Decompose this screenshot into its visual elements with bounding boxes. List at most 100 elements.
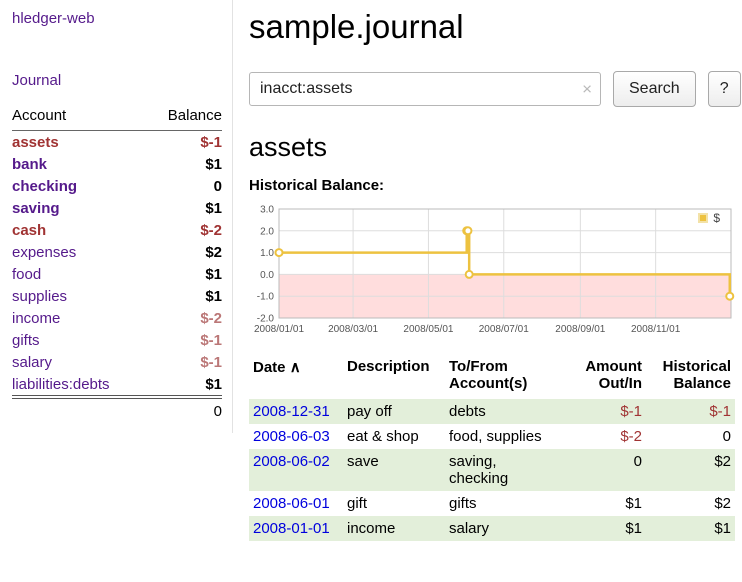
account-balance: $-1 [147, 131, 222, 154]
svg-text:2008/07/01: 2008/07/01 [479, 324, 529, 335]
register-header-date[interactable]: Date ∧ [249, 356, 343, 399]
register-description: eat & shop [343, 424, 445, 449]
svg-text:1.0: 1.0 [260, 248, 274, 259]
register-header-description: Description [343, 356, 445, 399]
historical-balance-chart: 3.02.01.00.0-1.0-2.02008/01/012008/03/01… [249, 202, 735, 344]
svg-text:2008/03/01: 2008/03/01 [328, 324, 378, 335]
account-row: saving $1 [12, 197, 222, 219]
account-row: bank $1 [12, 153, 222, 175]
legend-swatch [698, 213, 708, 223]
register-table: Date ∧ Description To/From Account(s) Am… [249, 356, 735, 541]
register-row: 2008-12-31 pay off debts $-1 $-1 [249, 399, 735, 424]
register-amount: $1 [569, 516, 646, 541]
register-accounts: food, supplies [445, 424, 569, 449]
account-link-liabilities-debts[interactable]: liabilities:debts [12, 376, 110, 393]
svg-text:0.0: 0.0 [260, 270, 274, 281]
register-balance: $-1 [646, 399, 735, 424]
register-date-link[interactable]: 2008-06-03 [253, 428, 330, 445]
accounts-total: 0 [147, 397, 222, 423]
accounts-header-account: Account [12, 103, 147, 131]
svg-text:2008/05/01: 2008/05/01 [403, 324, 453, 335]
account-balance: $-1 [147, 329, 222, 351]
svg-text:2008/11/01: 2008/11/01 [631, 324, 681, 335]
register-amount: $-1 [569, 399, 646, 424]
account-balance: $1 [147, 197, 222, 219]
register-amount: 0 [569, 449, 646, 491]
account-balance: 0 [147, 175, 222, 197]
account-link-bank[interactable]: bank [12, 156, 47, 173]
register-description: pay off [343, 399, 445, 424]
account-balance: $1 [147, 263, 222, 285]
register-amount: $-2 [569, 424, 646, 449]
svg-text:2008/09/01: 2008/09/01 [555, 324, 605, 335]
account-balance: $1 [147, 285, 222, 307]
account-row: gifts $-1 [12, 329, 222, 351]
register-header-accounts: To/From Account(s) [445, 356, 569, 399]
account-link-saving[interactable]: saving [12, 200, 60, 217]
account-link-salary[interactable]: salary [12, 354, 52, 371]
search-box: × [249, 72, 601, 106]
account-row: food $1 [12, 263, 222, 285]
brand-link[interactable]: hledger-web [12, 10, 222, 27]
account-link-gifts[interactable]: gifts [12, 332, 40, 349]
register-header-amount: Amount Out/In [569, 356, 646, 399]
account-link-expenses[interactable]: expenses [12, 244, 76, 261]
account-row: supplies $1 [12, 285, 222, 307]
account-balance: $-2 [147, 219, 222, 241]
search-button[interactable]: Search [613, 71, 696, 107]
help-button[interactable]: ? [708, 71, 741, 107]
register-date-link[interactable]: 2008-06-01 [253, 495, 330, 512]
account-link-checking[interactable]: checking [12, 178, 77, 195]
register-header-balance: Historical Balance [646, 356, 735, 399]
main-content: sample.journal × Search ? assets Histori… [233, 0, 742, 582]
search-input[interactable] [249, 72, 601, 106]
register-accounts: saving, checking [445, 449, 569, 491]
register-date-link[interactable]: 2008-12-31 [253, 403, 330, 420]
accounts-total-row: 0 [12, 397, 222, 423]
chart-title: Historical Balance: [249, 177, 741, 194]
account-link-cash[interactable]: cash [12, 222, 46, 239]
sort-ascending-icon: ∧ [290, 359, 301, 376]
account-row: assets $-1 [12, 131, 222, 154]
account-link-supplies[interactable]: supplies [12, 288, 67, 305]
svg-text:-2.0: -2.0 [257, 314, 275, 325]
account-row: salary $-1 [12, 351, 222, 373]
clear-search-icon[interactable]: × [582, 81, 592, 98]
accounts-table: Account Balance assets $-1 bank $1 check… [12, 103, 222, 423]
register-date-link[interactable]: 2008-01-01 [253, 520, 330, 537]
register-amount: $1 [569, 491, 646, 516]
register-header-row: Date ∧ Description To/From Account(s) Am… [249, 356, 735, 399]
search-form: × Search ? [249, 71, 741, 107]
register-description: gift [343, 491, 445, 516]
legend-label: $ [713, 211, 720, 225]
account-row: expenses $2 [12, 241, 222, 263]
register-description: save [343, 449, 445, 491]
register-balance: $2 [646, 449, 735, 491]
sidebar-item-journal[interactable]: Journal [12, 72, 222, 89]
account-link-food[interactable]: food [12, 266, 41, 283]
account-balance: $1 [147, 373, 222, 397]
account-row: liabilities:debts $1 [12, 373, 222, 397]
accounts-header-balance: Balance [147, 103, 222, 131]
account-heading: assets [249, 132, 741, 163]
register-date-link[interactable]: 2008-06-02 [253, 453, 330, 470]
register-header-date-label: Date [253, 359, 286, 376]
svg-text:-1.0: -1.0 [257, 292, 275, 303]
register-accounts: salary [445, 516, 569, 541]
register-row: 2008-01-01 income salary $1 $1 [249, 516, 735, 541]
account-row: checking 0 [12, 175, 222, 197]
page-title: sample.journal [249, 8, 741, 46]
register-balance: $1 [646, 516, 735, 541]
register-accounts: debts [445, 399, 569, 424]
account-link-income[interactable]: income [12, 310, 60, 327]
account-link-assets[interactable]: assets [12, 134, 59, 151]
register-row: 2008-06-02 save saving, checking 0 $2 [249, 449, 735, 491]
svg-text:2.0: 2.0 [260, 226, 274, 237]
account-balance: $1 [147, 153, 222, 175]
account-balance: $2 [147, 241, 222, 263]
sidebar: hledger-web Journal Account Balance asse… [0, 0, 233, 433]
chart-svg: 3.02.01.00.0-1.0-2.02008/01/012008/03/01… [249, 202, 735, 344]
svg-text:3.0: 3.0 [260, 205, 274, 216]
account-balance: $-1 [147, 351, 222, 373]
account-row: income $-2 [12, 307, 222, 329]
